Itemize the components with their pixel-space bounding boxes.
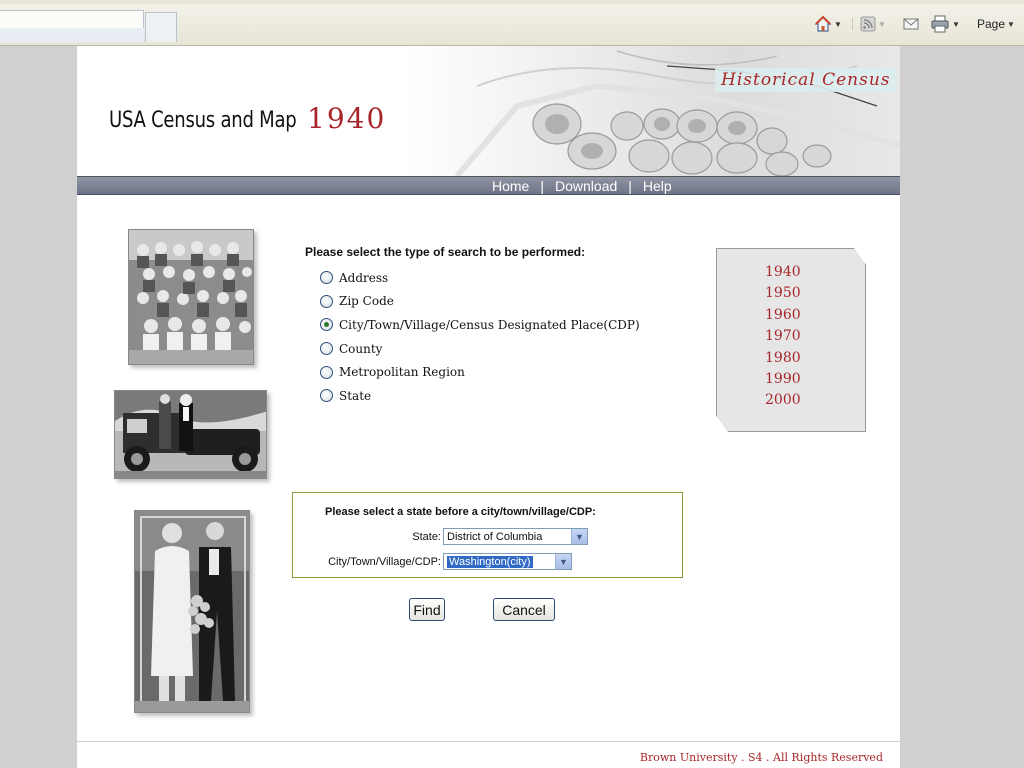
zip-code-radio[interactable]	[320, 294, 333, 308]
state-option-label[interactable]: State	[339, 389, 371, 403]
feeds-button[interactable]: ▼	[860, 13, 886, 35]
year-link[interactable]: 1990	[765, 371, 801, 392]
chevron-down-icon[interactable]: ▼	[571, 529, 587, 544]
zip-code-option-label[interactable]: Zip Code	[339, 294, 394, 308]
city-label: City/Town/Village/CDP:	[328, 556, 441, 568]
site-header: USA Census and Map 1940 Historical Censu…	[77, 46, 900, 176]
year-link[interactable]: 1940	[765, 264, 801, 285]
historical-census-badge: Historical Census	[715, 68, 897, 92]
search-option-metro-region[interactable]: Metropolitan Region	[320, 360, 640, 384]
nav-help-link[interactable]: Help	[632, 178, 683, 194]
location-select-box: Please select a state before a city/town…	[292, 492, 683, 578]
city-select-value: Washington(city)	[446, 554, 534, 569]
page-menu-button[interactable]: Page ▼	[977, 13, 1015, 35]
feeds-dropdown-arrow[interactable]: ▼	[878, 20, 886, 29]
state-select[interactable]: District of Columbia ▼	[443, 528, 588, 545]
year-link[interactable]: 2000	[765, 392, 801, 413]
nav-home-link[interactable]: Home	[481, 178, 540, 194]
print-button[interactable]: ▼	[930, 13, 960, 35]
mail-icon	[903, 18, 919, 30]
footer-copyright: Brown University . S4 . All Rights Reser…	[639, 751, 883, 764]
search-type-title: Please select the type of search to be p…	[305, 245, 586, 259]
toolbar-separator	[852, 18, 853, 30]
chevron-down-icon[interactable]: ▼	[555, 554, 571, 569]
class-photo	[128, 229, 254, 365]
printer-icon	[931, 15, 949, 33]
search-option-address[interactable]: Address	[320, 266, 640, 290]
nav-bar: Home | Download | Help	[77, 176, 900, 195]
search-option-county[interactable]: County	[320, 337, 640, 361]
year-link[interactable]: 1970	[765, 328, 801, 349]
metro-region-radio[interactable]	[320, 365, 333, 379]
year-link[interactable]: 1950	[765, 285, 801, 306]
browser-top-strip	[0, 0, 1024, 4]
footer-divider	[77, 741, 900, 742]
rolled-maps-illustration	[454, 50, 900, 176]
browser-tab-active[interactable]	[0, 10, 144, 42]
county-option-label[interactable]: County	[339, 342, 382, 356]
state-select-value: District of Columbia	[447, 530, 543, 543]
location-select-prompt: Please select a state before a city/town…	[325, 506, 596, 518]
city-cdp-radio[interactable]	[320, 318, 333, 332]
search-option-zip-code[interactable]: Zip Code	[320, 290, 640, 314]
find-button[interactable]: Find	[409, 598, 445, 621]
site-year: 1940	[307, 102, 387, 135]
home-button[interactable]: ▼	[814, 13, 842, 35]
car-photo	[114, 390, 267, 479]
address-radio[interactable]	[320, 271, 333, 285]
search-option-city-cdp[interactable]: City/Town/Village/Census Designated Plac…	[320, 313, 640, 337]
mail-button[interactable]	[903, 13, 919, 35]
metro-region-option-label[interactable]: Metropolitan Region	[339, 365, 465, 379]
census-years-panel: 1940 1950 1960 1970 1980 1990 2000	[716, 248, 866, 432]
state-label: State:	[412, 531, 441, 543]
city-select[interactable]: Washington(city) ▼	[443, 553, 572, 570]
browser-toolbar: ▼ ▼ ▼ Page ▼	[0, 0, 1024, 46]
print-dropdown-arrow[interactable]: ▼	[952, 20, 960, 29]
rss-icon	[860, 16, 876, 32]
browser-tab-new[interactable]	[145, 12, 177, 42]
county-radio[interactable]	[320, 342, 333, 356]
census-page: USA Census and Map 1940 Historical Censu…	[77, 46, 900, 768]
search-type-options: Address Zip Code City/Town/Village/Censu…	[320, 266, 640, 408]
year-link[interactable]: 1980	[765, 350, 801, 371]
state-radio[interactable]	[320, 389, 333, 403]
address-option-label[interactable]: Address	[339, 271, 388, 285]
year-link[interactable]: 1960	[765, 307, 801, 328]
search-option-state[interactable]: State	[320, 384, 640, 408]
page-menu-dropdown-arrow: ▼	[1007, 19, 1015, 29]
nav-download-link[interactable]: Download	[544, 178, 628, 194]
home-icon	[814, 15, 832, 32]
years-list: 1940 1950 1960 1970 1980 1990 2000	[765, 264, 801, 414]
wedding-photo	[134, 510, 250, 713]
nav-links: Home | Download | Help	[481, 178, 683, 194]
city-cdp-option-label[interactable]: City/Town/Village/Census Designated Plac…	[339, 318, 640, 332]
site-title: USA Census and Map	[109, 108, 297, 133]
page-menu-label: Page	[977, 17, 1006, 31]
cancel-button[interactable]: Cancel	[493, 598, 555, 621]
home-dropdown-arrow[interactable]: ▼	[834, 20, 842, 29]
